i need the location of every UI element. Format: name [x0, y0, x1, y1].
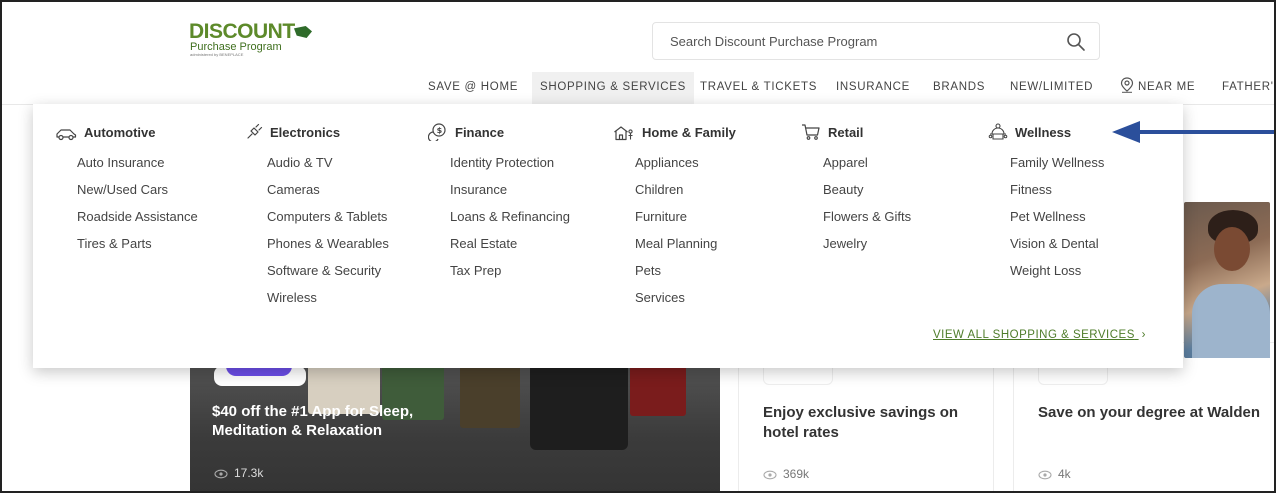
eye-icon [763, 470, 777, 480]
cart-icon [802, 124, 820, 140]
menu-link-vision-dental[interactable]: Vision & Dental [1010, 230, 1104, 257]
category-title: Home & Family [642, 125, 736, 140]
card-title: Enjoy exclusive savings on hotel rates [763, 404, 959, 441]
category-electronics[interactable]: Electronics [245, 122, 389, 144]
shopping-services-mega-menu: Automotive Auto Insurance New/Used Cars … [33, 104, 1183, 368]
nav-travel-tickets[interactable]: TRAVEL & TICKETS [692, 72, 825, 104]
annotation-arrow-icon [1112, 121, 1274, 143]
eye-icon [214, 469, 228, 479]
menu-link-identity-protection[interactable]: Identity Protection [450, 149, 570, 176]
menu-column-home-family: Home & Family Appliances Children Furnit… [613, 122, 736, 311]
nav-near-me-label: NEAR ME [1138, 81, 1196, 93]
page: DISCOUNT Purchase Program administered b… [0, 0, 1276, 493]
menu-link-tires-parts[interactable]: Tires & Parts [77, 230, 198, 257]
menu-column-electronics: Electronics Audio & TV Cameras Computers… [245, 122, 389, 311]
category-home-family[interactable]: Home & Family [613, 122, 736, 144]
view-all-link[interactable]: VIEW ALL SHOPPING & SERVICES › [933, 329, 1146, 341]
card-views: 17.3k [214, 466, 263, 480]
menu-link-meal-planning[interactable]: Meal Planning [635, 230, 736, 257]
search-bar[interactable]: Search Discount Purchase Program [652, 22, 1100, 60]
category-retail[interactable]: Retail [801, 122, 911, 144]
nav-near-me[interactable]: NEAR ME [1112, 72, 1203, 104]
menu-link-real-estate[interactable]: Real Estate [450, 230, 570, 257]
menu-link-flowers-gifts[interactable]: Flowers & Gifts [823, 203, 911, 230]
menu-link-insurance[interactable]: Insurance [450, 176, 570, 203]
nav-fathers[interactable]: FATHER'S [1214, 72, 1274, 104]
menu-column-automotive: Automotive Auto Insurance New/Used Cars … [55, 122, 198, 257]
views-count: 4k [1058, 467, 1071, 481]
menu-link-apparel[interactable]: Apparel [823, 149, 911, 176]
menu-link-jewelry[interactable]: Jewelry [823, 230, 911, 257]
category-automotive[interactable]: Automotive [55, 122, 198, 144]
nav-shopping-services[interactable]: SHOPPING & SERVICES [532, 72, 695, 104]
card-views: 369k [763, 467, 809, 481]
category-title: Wellness [1015, 125, 1072, 140]
location-pin-icon [1120, 77, 1134, 93]
card-views: 4k [1038, 467, 1071, 481]
card-title: $40 off the #1 App for Sleep, Meditation… [212, 403, 414, 439]
menu-link-auto-insurance[interactable]: Auto Insurance [77, 149, 198, 176]
nav-insurance[interactable]: INSURANCE [828, 72, 918, 104]
menu-link-pets[interactable]: Pets [635, 257, 736, 284]
search-icon[interactable] [1065, 31, 1087, 53]
menu-link-family-wellness[interactable]: Family Wellness [1010, 149, 1104, 176]
main-nav: SAVE @ HOME SHOPPING & SERVICES TRAVEL &… [420, 72, 1274, 104]
plug-icon [247, 123, 263, 139]
eye-icon [1038, 470, 1052, 480]
views-count: 17.3k [234, 466, 264, 480]
menu-link-beauty[interactable]: Beauty [823, 176, 911, 203]
menu-link-software-security[interactable]: Software & Security [267, 257, 389, 284]
car-icon [56, 129, 77, 141]
book-cover [460, 364, 520, 428]
app-logo-badge [214, 366, 306, 386]
menu-column-wellness: Wellness Family Wellness Fitness Pet Wel… [988, 122, 1104, 284]
menu-link-new-used-cars[interactable]: New/Used Cars [77, 176, 198, 203]
menu-link-roadside-assistance[interactable]: Roadside Assistance [77, 203, 198, 230]
menu-link-services[interactable]: Services [635, 284, 736, 311]
wellness-icon [988, 123, 1008, 140]
coins-icon: $ [428, 123, 446, 141]
menu-link-fitness[interactable]: Fitness [1010, 176, 1104, 203]
category-title: Finance [455, 125, 505, 140]
logo-line-2: Purchase Program [190, 41, 282, 53]
menu-column-retail: Retail Apparel Beauty Flowers & Gifts Je… [801, 122, 911, 257]
category-title: Retail [828, 125, 864, 140]
menu-link-cameras[interactable]: Cameras [267, 176, 389, 203]
book-cover [630, 364, 686, 416]
nav-save-at-home[interactable]: SAVE @ HOME [420, 72, 526, 104]
discount-program-logo[interactable]: DISCOUNT Purchase Program administered b… [189, 21, 319, 66]
menu-column-finance: $ Finance Identity Protection Insurance L… [428, 122, 570, 284]
category-finance[interactable]: $ Finance [428, 122, 570, 144]
card-title: Save on your degree at Walden [1038, 404, 1261, 421]
search-input[interactable]: Search Discount Purchase Program [670, 34, 877, 49]
svg-text:$: $ [437, 126, 443, 135]
nav-brands[interactable]: BRANDS [925, 72, 993, 104]
menu-link-wireless[interactable]: Wireless [267, 284, 389, 311]
card-photo [1184, 202, 1270, 358]
menu-link-appliances[interactable]: Appliances [635, 149, 736, 176]
category-title: Automotive [84, 125, 156, 140]
house-icon [614, 126, 633, 141]
menu-link-pet-wellness[interactable]: Pet Wellness [1010, 203, 1104, 230]
menu-link-furniture[interactable]: Furniture [635, 203, 736, 230]
menu-link-audio-tv[interactable]: Audio & TV [267, 149, 389, 176]
menu-link-computers-tablets[interactable]: Computers & Tablets [267, 203, 389, 230]
category-title: Electronics [270, 125, 341, 140]
menu-link-weight-loss[interactable]: Weight Loss [1010, 257, 1104, 284]
chevron-right-icon: › [1141, 329, 1146, 341]
menu-link-tax-prep[interactable]: Tax Prep [450, 257, 570, 284]
menu-link-children[interactable]: Children [635, 176, 736, 203]
nav-new-limited[interactable]: NEW/LIMITED [1002, 72, 1101, 104]
views-count: 369k [783, 467, 810, 481]
view-all-label: VIEW ALL SHOPPING & SERVICES [933, 329, 1135, 341]
menu-link-loans-refinancing[interactable]: Loans & Refinancing [450, 203, 570, 230]
menu-link-phones-wearables[interactable]: Phones & Wearables [267, 230, 389, 257]
category-wellness[interactable]: Wellness [988, 122, 1104, 144]
